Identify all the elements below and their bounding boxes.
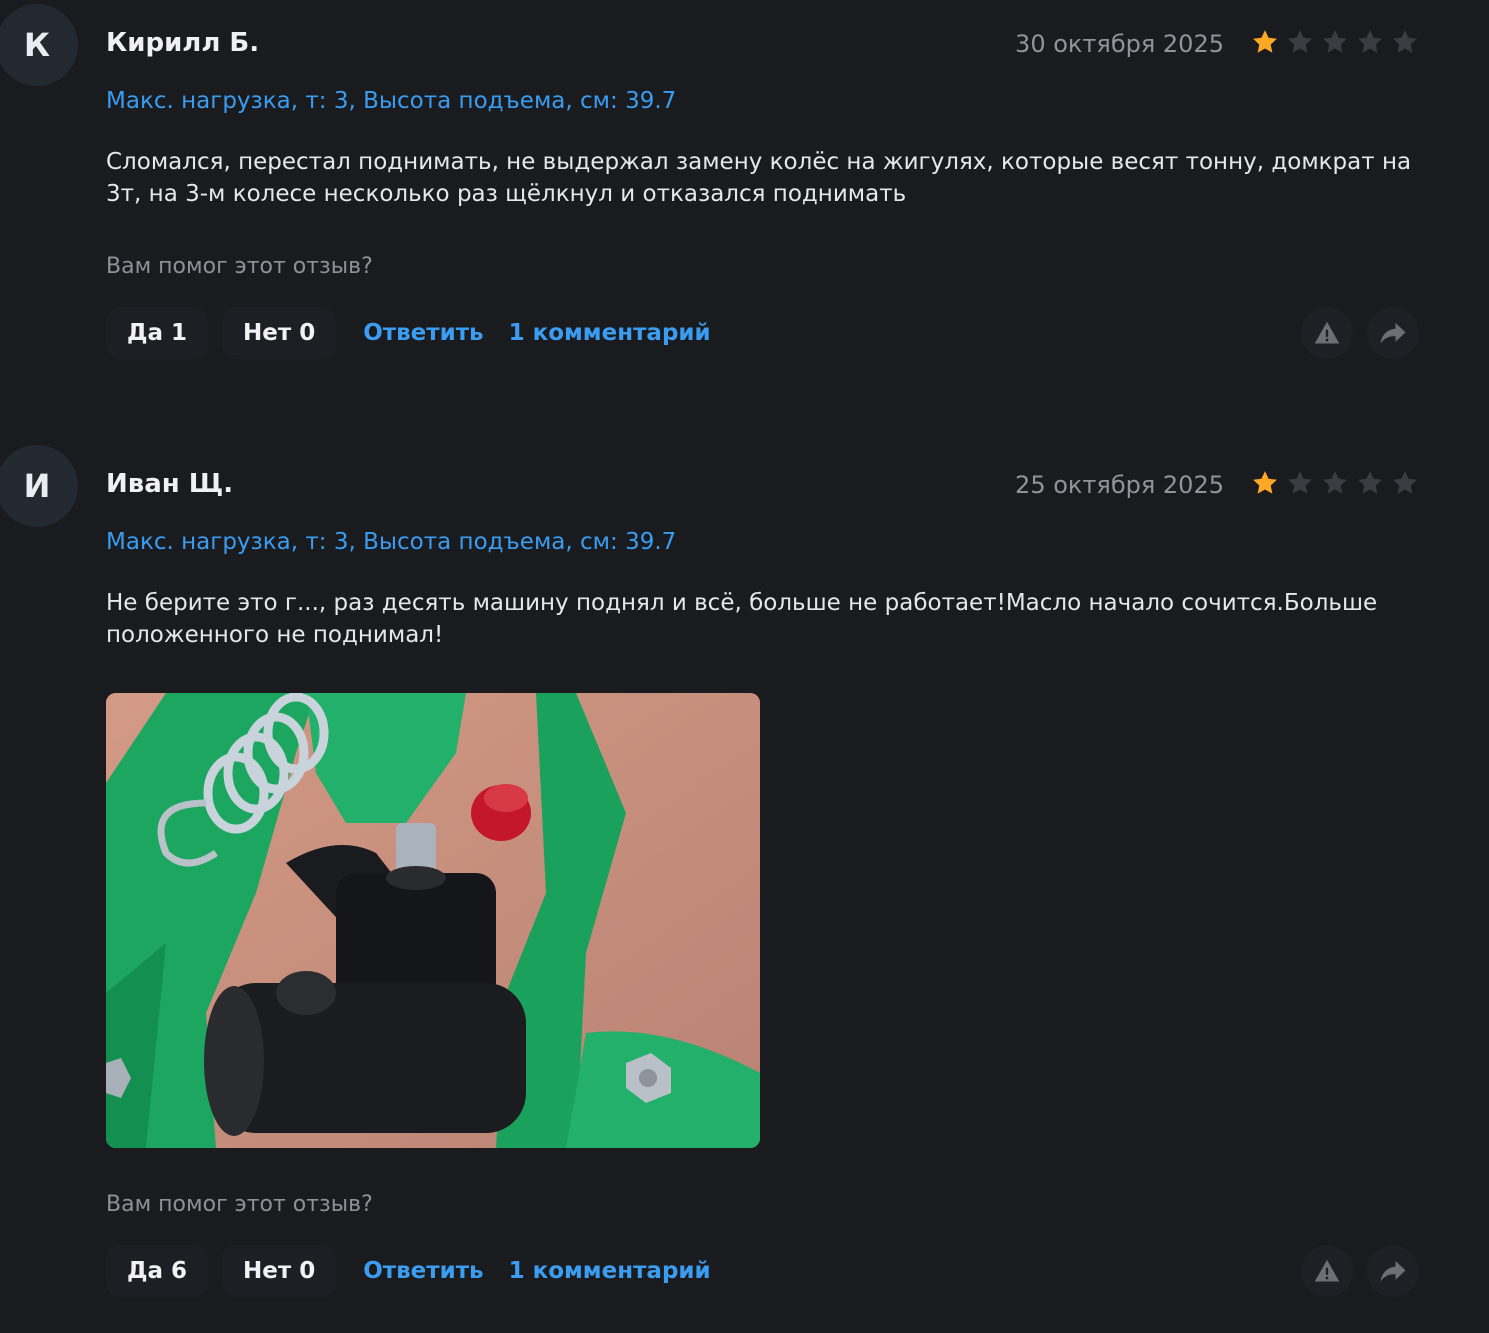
vote-yes-button[interactable]: Да 6 (106, 1245, 209, 1297)
star-empty-icon (1288, 471, 1312, 494)
star-empty-icon (1323, 30, 1347, 53)
share-icon (1380, 1261, 1406, 1282)
author-name[interactable]: Иван Щ. (106, 469, 233, 499)
share-button[interactable] (1367, 1245, 1419, 1297)
helpful-question: Вам помог этот отзыв? (106, 254, 373, 279)
comments-link[interactable]: 1 комментарий (509, 320, 711, 346)
warning-icon (1314, 321, 1340, 344)
report-button[interactable] (1301, 1245, 1353, 1297)
review-card: И Иван Щ. 25 октября 2025 Макс. нагрузка… (0, 441, 1489, 1333)
review-text: Не берите это г..., раз десять машину по… (106, 590, 1378, 648)
star-empty-icon (1358, 30, 1382, 53)
avatar-letter: К (23, 26, 51, 64)
vote-yes-button[interactable]: Да 1 (106, 307, 209, 359)
review-photo[interactable] (106, 693, 760, 1148)
star-empty-icon (1323, 471, 1347, 494)
share-button[interactable] (1367, 307, 1419, 359)
star-empty-icon (1393, 471, 1417, 494)
review-actions: Да 1 Нет 0 Ответить 1 комментарий (106, 305, 1419, 361)
rating-stars (1251, 469, 1419, 497)
report-button[interactable] (1301, 307, 1353, 359)
avatar-letter: И (23, 467, 51, 505)
star-empty-icon (1288, 30, 1312, 53)
comments-link[interactable]: 1 комментарий (509, 1258, 711, 1284)
jack-photo-image (106, 693, 760, 1148)
helpful-question: Вам помог этот отзыв? (106, 1192, 373, 1217)
review-date: 25 октября 2025 (1015, 471, 1224, 499)
star-empty-icon (1358, 471, 1382, 494)
star-filled-icon (1253, 471, 1277, 494)
reply-link[interactable]: Ответить (363, 1258, 483, 1284)
product-variant-link[interactable]: Макс. нагрузка, т: 3, Высота подъема, см… (106, 88, 676, 114)
star-empty-icon (1393, 30, 1417, 53)
rating-stars (1251, 28, 1419, 56)
warning-icon (1314, 1259, 1340, 1282)
share-icon (1380, 323, 1406, 344)
vote-no-button[interactable]: Нет 0 (222, 1245, 337, 1297)
review-actions: Да 6 Нет 0 Ответить 1 комментарий (106, 1243, 1419, 1299)
product-variant-link[interactable]: Макс. нагрузка, т: 3, Высота подъема, см… (106, 529, 676, 555)
author-name[interactable]: Кирилл Б. (106, 28, 259, 58)
avatar: И (0, 445, 78, 527)
review-card: К Кирилл Б. 30 октября 2025 Макс. нагруз… (0, 0, 1489, 441)
avatar: К (0, 4, 78, 86)
review-date: 30 октября 2025 (1015, 30, 1224, 58)
star-filled-icon (1253, 30, 1277, 53)
vote-no-button[interactable]: Нет 0 (222, 307, 337, 359)
review-text: Сломался, перестал поднимать, не выдержа… (106, 149, 1412, 207)
reply-link[interactable]: Ответить (363, 320, 483, 346)
